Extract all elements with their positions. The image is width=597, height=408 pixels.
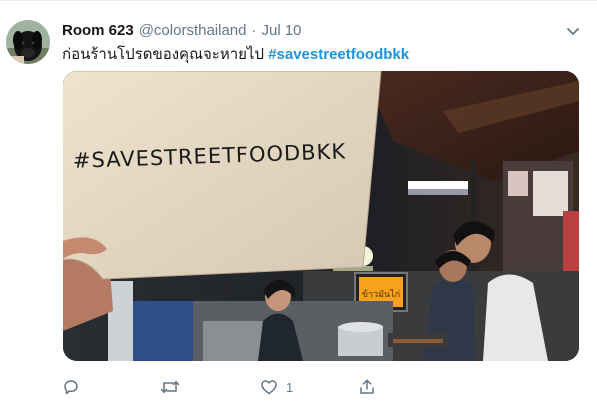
tweet-photo[interactable]: ข้าวมันไก่ #SAVESTREETFOODBKK [63, 71, 579, 361]
chevron-down-icon[interactable] [564, 22, 582, 40]
like-icon [261, 380, 277, 395]
separator-dot: · [251, 21, 257, 39]
reply-button[interactable] [62, 376, 88, 398]
tweet-card[interactable]: Room 623 @colorsthailand · Jul 10 ก่อนร้… [0, 0, 597, 408]
hashtag-link[interactable]: #savestreetfoodbkk [268, 46, 409, 63]
avatar[interactable] [6, 20, 50, 64]
user-handle[interactable]: @colorsthailand [139, 22, 247, 39]
reply-icon [64, 380, 78, 395]
share-icon [360, 379, 374, 394]
retweet-icon [160, 381, 180, 393]
stall-sign-text: ข้าวมันไก่ [362, 289, 400, 300]
tweet-actions: 1 [62, 376, 402, 398]
like-button[interactable]: 1 [260, 376, 293, 398]
tweet-header: Room 623 @colorsthailand · Jul 10 [62, 20, 302, 40]
retweet-button[interactable] [160, 376, 188, 398]
tweet-body: ก่อนร้านโปรดของคุณจะหายไป [62, 46, 265, 63]
display-name[interactable]: Room 623 [62, 22, 134, 39]
share-button[interactable] [358, 376, 384, 398]
tweet-text: ก่อนร้านโปรดของคุณจะหายไป #savestreetfoo… [62, 42, 409, 66]
tweet-date[interactable]: Jul 10 [262, 22, 302, 39]
divider [0, 0, 597, 1]
avatar-dog-image [6, 20, 50, 64]
like-count: 1 [286, 379, 294, 395]
